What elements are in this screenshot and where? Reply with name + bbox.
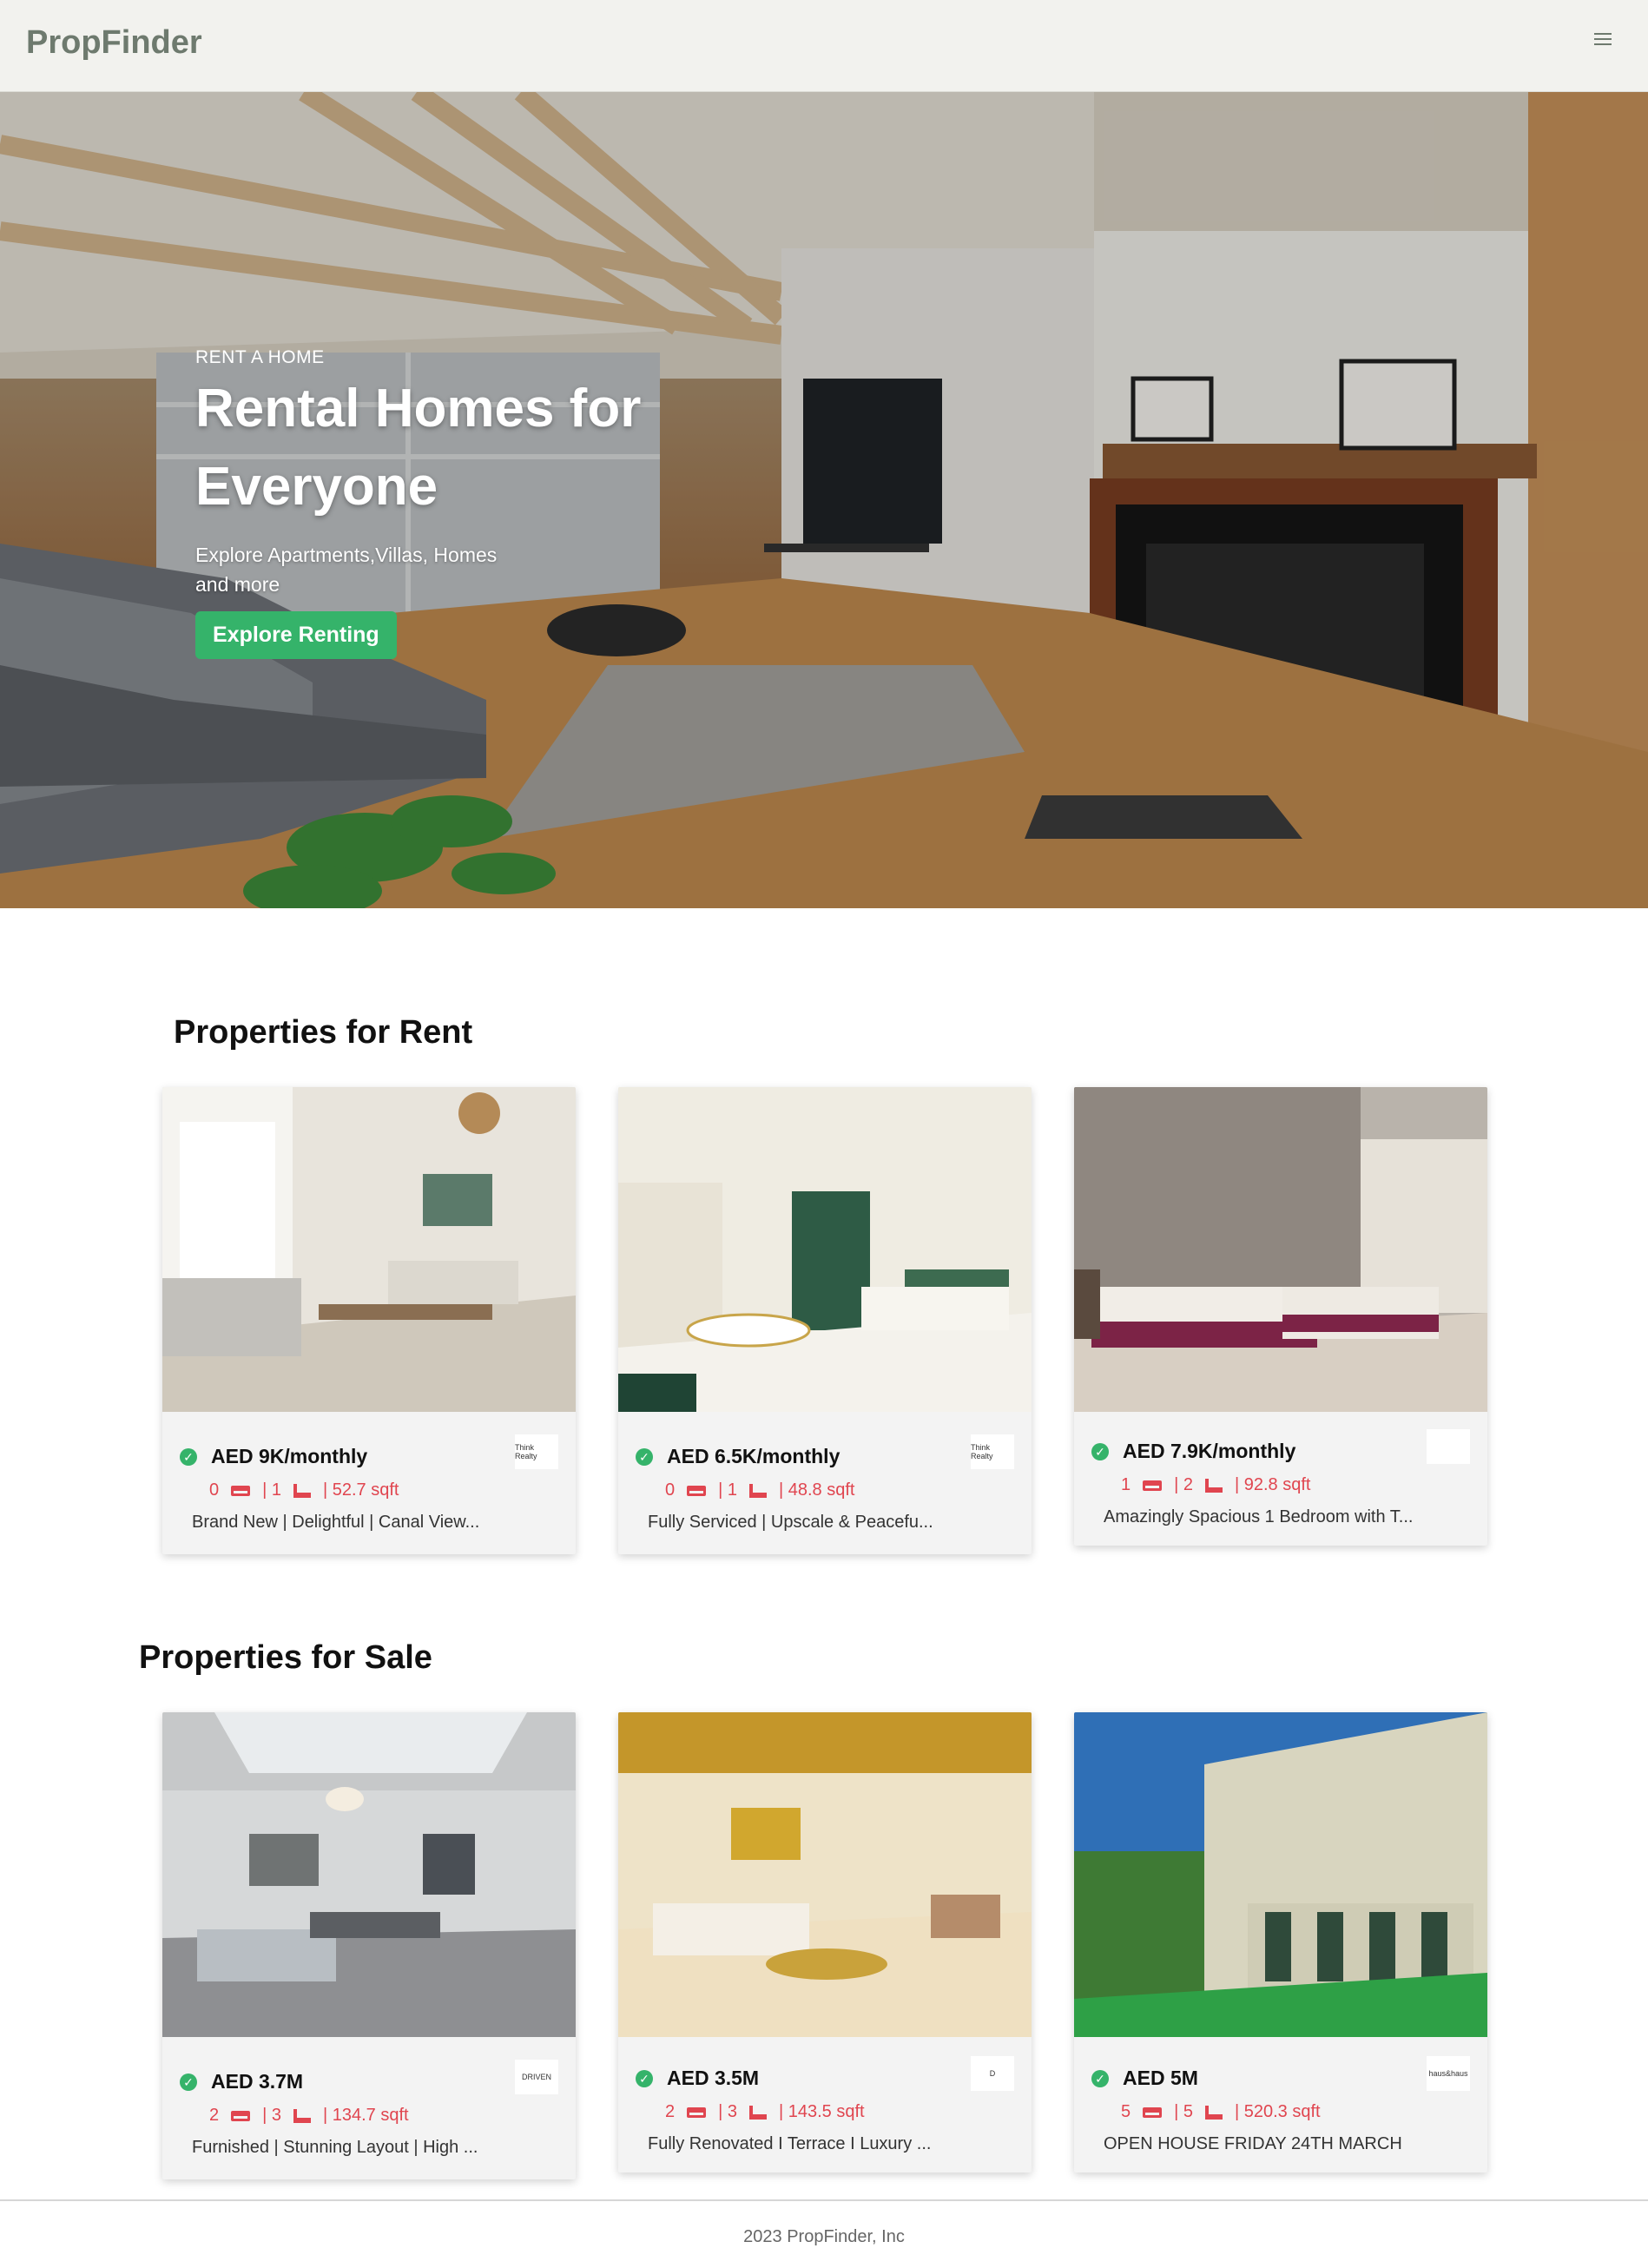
property-image — [1074, 1087, 1487, 1412]
hero-subtitle: Explore Apartments,Villas, Homes and mor… — [195, 544, 498, 596]
property-image — [618, 1712, 1032, 2037]
area-value: | 52.7 sqft — [323, 1480, 399, 1500]
area-value: | 143.5 sqft — [779, 2102, 865, 2121]
verified-check-icon: ✓ — [636, 1447, 653, 1466]
rent-section-title: Properties for Rent — [174, 1014, 473, 1051]
bed-icon — [687, 1485, 707, 1496]
property-card[interactable]: ✓ AED 7.9K/monthly 1 | 2 | 92.8 sqft Ama… — [1074, 1087, 1487, 1546]
explore-renting-button[interactable]: Explore Renting — [195, 611, 397, 659]
beds-count: 0 — [209, 1480, 220, 1500]
property-card[interactable]: ✓ AED 3.5M D 2 | 3 | 143.5 sqft Fully Re… — [618, 1712, 1032, 2172]
verified-check-icon: ✓ — [1091, 1442, 1109, 1460]
bed-icon — [1143, 2106, 1163, 2118]
property-price: AED 7.9K/monthly — [1123, 1440, 1296, 1462]
area-icon — [867, 1483, 882, 1499]
property-description: Fully Renovated I Terrace I Luxury ... — [648, 2134, 932, 2153]
baths-count: | 3 — [262, 2106, 281, 2125]
beds-count: 0 — [665, 1480, 676, 1500]
beds-count: 5 — [1121, 2102, 1131, 2121]
verified-check-icon: ✓ — [180, 1447, 197, 1466]
bath-icon — [1205, 2105, 1223, 2120]
agency-logo: haus&haus — [1427, 2056, 1470, 2091]
beds-count: 2 — [665, 2102, 676, 2121]
footer-copyright: 2023 PropFinder, Inc — [743, 2227, 905, 2246]
agency-logo: Think Realty — [971, 1434, 1014, 1469]
property-card[interactable]: ✓ AED 5M haus&haus 5 | 5 | 520.3 sqft OP… — [1074, 1712, 1487, 2172]
bath-icon — [749, 1483, 767, 1498]
verified-check-icon: ✓ — [636, 2069, 653, 2087]
area-icon — [421, 2108, 437, 2124]
area-icon — [1333, 2105, 1348, 2120]
area-value: | 92.8 sqft — [1235, 1475, 1311, 1494]
agency-logo: D — [971, 2056, 1014, 2091]
property-image — [618, 1087, 1032, 1412]
bath-icon — [749, 2105, 767, 2120]
hero-banner: RENT A HOME Rental Homes for Everyone Ex… — [0, 92, 1648, 908]
baths-count: | 1 — [262, 1480, 281, 1500]
property-card[interactable]: ✓ AED 3.7M DRIVEN 2 | 3 | 134.7 sqft Fur… — [162, 1712, 576, 2179]
agency-logo: DRIVEN — [515, 2060, 558, 2094]
property-price: AED 5M — [1123, 2067, 1198, 2089]
area-icon — [877, 2105, 893, 2120]
baths-count: | 3 — [718, 2102, 737, 2121]
property-price: AED 6.5K/monthly — [667, 1445, 840, 1467]
bed-icon — [231, 2110, 251, 2121]
property-price: AED 3.7M — [211, 2070, 304, 2093]
navbar: PropFinder — [0, 0, 1648, 92]
baths-count: | 2 — [1174, 1475, 1193, 1494]
brand-logo[interactable]: PropFinder — [26, 24, 202, 62]
property-description: Amazingly Spacious 1 Bedroom with T... — [1104, 1507, 1414, 1526]
property-description: OPEN HOUSE FRIDAY 24TH MARCH — [1104, 2134, 1402, 2153]
bed-icon — [231, 1485, 251, 1496]
area-value: | 48.8 sqft — [779, 1480, 855, 1500]
baths-count: | 5 — [1174, 2102, 1193, 2121]
property-description: Fully Serviced | Upscale & Peacefu... — [648, 1513, 933, 1532]
agency-logo — [1427, 1429, 1470, 1464]
hamburger-icon[interactable] — [1594, 33, 1612, 47]
bath-icon — [1205, 1478, 1223, 1493]
area-value: | 134.7 sqft — [323, 2106, 409, 2125]
verified-check-icon: ✓ — [180, 2073, 197, 2091]
property-description: Brand New | Delightful | Canal View... — [192, 1513, 480, 1532]
bed-icon — [1143, 1480, 1163, 1491]
property-card[interactable]: ✓ AED 6.5K/monthly Think Realty 0 | 1 | … — [618, 1087, 1032, 1554]
beds-count: 2 — [209, 2106, 220, 2125]
property-image — [1074, 1712, 1487, 2037]
bath-icon — [293, 1483, 311, 1498]
bath-icon — [293, 2108, 311, 2123]
property-price: AED 3.5M — [667, 2067, 760, 2089]
verified-check-icon: ✓ — [1091, 2069, 1109, 2087]
property-price: AED 9K/monthly — [211, 1445, 368, 1467]
sale-section-title: Properties for Sale — [139, 1639, 432, 1676]
area-icon — [1322, 1478, 1338, 1493]
beds-count: 1 — [1121, 1475, 1131, 1494]
property-card[interactable]: ✓ AED 9K/monthly Think Realty 0 | 1 | 52… — [162, 1087, 576, 1554]
hero-content: RENT A HOME Rental Homes for Everyone Ex… — [195, 347, 682, 659]
property-image — [162, 1087, 576, 1412]
property-description: Furnished | Stunning Layout | High ... — [192, 2138, 478, 2157]
agency-logo: Think Realty — [515, 1434, 558, 1469]
hero-title: Rental Homes for Everyone — [195, 379, 642, 517]
area-value: | 520.3 sqft — [1235, 2102, 1321, 2121]
property-image — [162, 1712, 576, 2037]
area-icon — [411, 1483, 426, 1499]
footer: 2023 PropFinder, Inc — [0, 2199, 1648, 2268]
hero-kicker: RENT A HOME — [195, 347, 325, 367]
baths-count: | 1 — [718, 1480, 737, 1500]
bed-icon — [687, 2106, 707, 2118]
